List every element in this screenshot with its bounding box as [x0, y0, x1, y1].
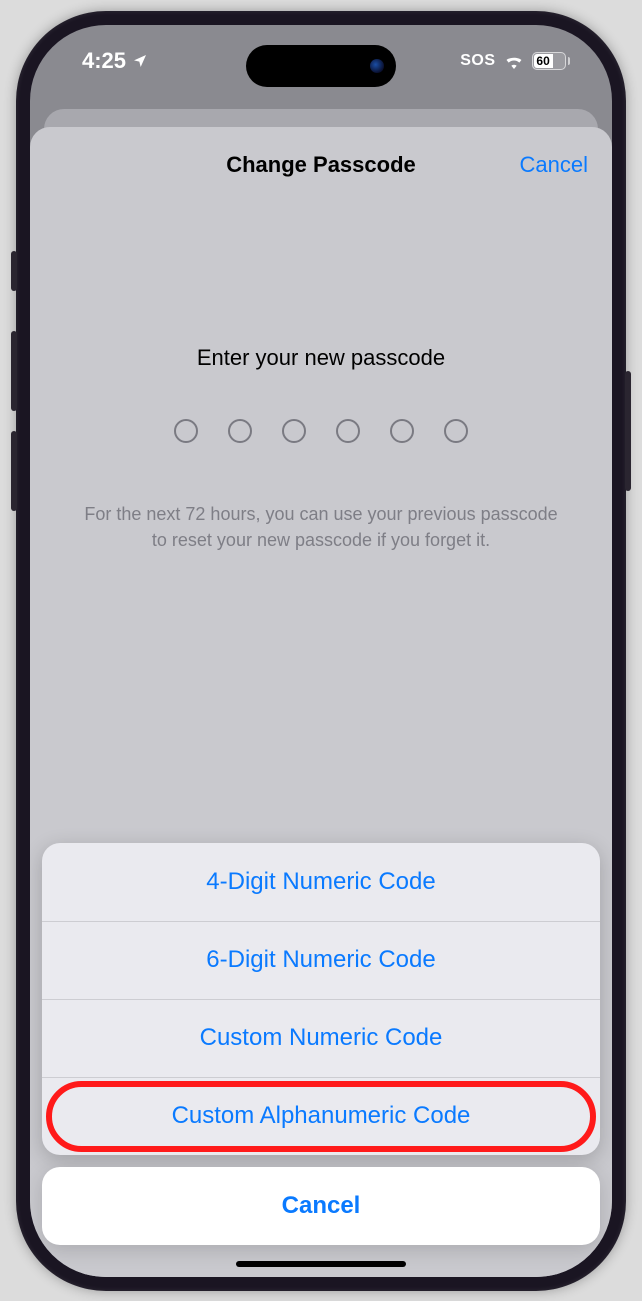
status-time: 4:25: [82, 48, 126, 74]
battery-indicator: 60: [532, 52, 571, 70]
sheet-header: Change Passcode Cancel: [30, 127, 612, 203]
passcode-dot: [174, 419, 198, 443]
phone-frame: 4:25 SOS 60 Change: [16, 11, 626, 1291]
option-6-digit-numeric[interactable]: 6-Digit Numeric Code: [42, 921, 600, 999]
passcode-hint: For the next 72 hours, you can use your …: [30, 501, 612, 553]
option-custom-alphanumeric[interactable]: Custom Alphanumeric Code: [42, 1077, 600, 1155]
volume-down-button: [11, 431, 17, 511]
screen: 4:25 SOS 60 Change: [30, 25, 612, 1277]
passcode-dots[interactable]: [174, 419, 468, 443]
option-label: Custom Alphanumeric Code: [172, 1102, 471, 1130]
volume-up-button: [11, 331, 17, 411]
passcode-dot: [390, 419, 414, 443]
action-sheet-options: 4-Digit Numeric Code 6-Digit Numeric Cod…: [42, 843, 600, 1155]
home-indicator[interactable]: [236, 1261, 406, 1267]
front-camera: [370, 59, 384, 73]
power-button: [625, 371, 631, 491]
silent-switch: [11, 251, 17, 291]
action-sheet-cancel-button[interactable]: Cancel: [42, 1167, 600, 1245]
battery-level: 60: [534, 54, 553, 68]
option-custom-numeric[interactable]: Custom Numeric Code: [42, 999, 600, 1077]
status-right: SOS 60: [460, 52, 570, 70]
sos-indicator: SOS: [460, 52, 495, 70]
passcode-options-action-sheet: 4-Digit Numeric Code 6-Digit Numeric Cod…: [42, 843, 600, 1245]
passcode-dot: [336, 419, 360, 443]
sheet-title: Change Passcode: [226, 152, 416, 178]
wifi-icon: [503, 53, 525, 69]
passcode-dot: [228, 419, 252, 443]
dynamic-island: [246, 45, 396, 87]
option-4-digit-numeric[interactable]: 4-Digit Numeric Code: [42, 843, 600, 921]
cancel-button[interactable]: Cancel: [520, 152, 588, 178]
location-icon: [132, 53, 148, 69]
passcode-prompt: Enter your new passcode: [197, 345, 445, 371]
passcode-dot: [282, 419, 306, 443]
passcode-dot: [444, 419, 468, 443]
status-left: 4:25: [82, 48, 148, 74]
